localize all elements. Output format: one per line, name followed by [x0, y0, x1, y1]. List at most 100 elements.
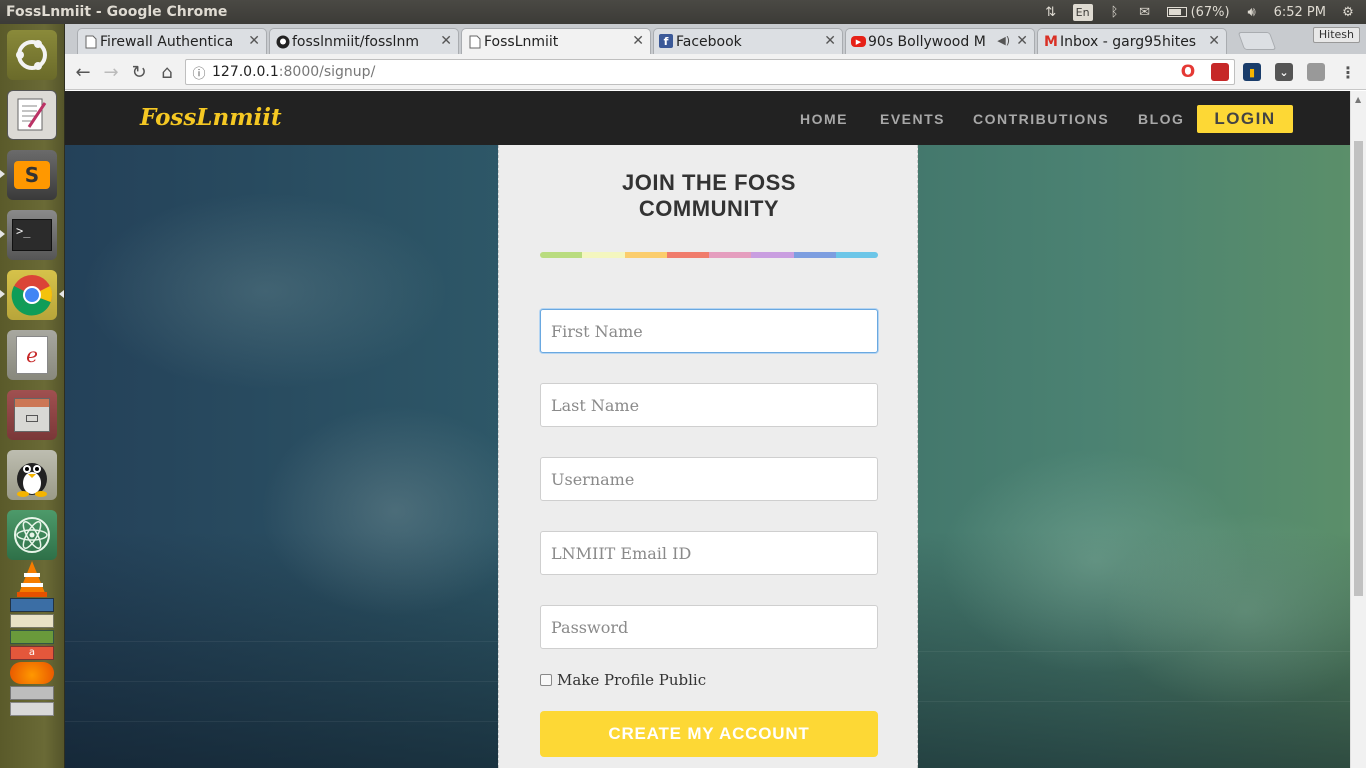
battery-indicator[interactable]: (67%) — [1166, 3, 1230, 21]
tab-github-fosslnmiit[interactable]: fosslnmiit/fosslnm ✕ — [269, 28, 459, 54]
tab-fosslnmiit[interactable]: FossLnmiit ✕ — [461, 28, 651, 54]
stack-item-icon — [10, 702, 54, 716]
rainbow-segment — [793, 252, 836, 258]
public-profile-checkbox[interactable] — [540, 674, 552, 686]
launcher-running-indicator — [0, 170, 5, 178]
nav-events-link[interactable]: EVENTS — [880, 111, 945, 127]
libreoffice-calc-icon — [10, 630, 54, 644]
site-logo[interactable]: FossLnmiit — [140, 104, 282, 131]
settings-gear-icon[interactable]: ⚙ — [1340, 3, 1356, 21]
nav-blog-link[interactable]: BLOG — [1138, 111, 1184, 127]
tab-gmail-inbox[interactable]: M Inbox - garg95hites ✕ — [1037, 28, 1227, 54]
tab-label: Firewall Authentica — [100, 33, 234, 50]
scroll-up-arrow-icon[interactable]: ▲ — [1355, 95, 1361, 104]
tab-label: Facebook — [676, 33, 742, 50]
doc-icon — [467, 34, 483, 50]
rainbow-segment — [540, 252, 583, 258]
tab-firewall-authentication[interactable]: Firewall Authentica ✕ — [77, 28, 267, 54]
profile-button[interactable]: Hitesh — [1312, 27, 1360, 43]
chrome-menu-icon[interactable]: ⋮ — [1339, 63, 1357, 82]
window-title: FossLnmiit - Google Chrome — [6, 4, 228, 20]
launcher-pidgin-icon[interactable] — [7, 450, 57, 500]
keyboard-layout-indicator[interactable]: En — [1072, 3, 1093, 21]
tab-close-icon[interactable]: ✕ — [440, 33, 452, 49]
launcher-stacked-apps-icon[interactable]: a — [7, 598, 57, 744]
address-bar[interactable]: ⓘ 127.0.0.1:8000/signup/ ☆ — [185, 59, 1235, 85]
mail-icon[interactable]: ✉ — [1137, 3, 1153, 21]
username-input[interactable] — [540, 457, 878, 501]
tab-close-icon[interactable]: ✕ — [824, 33, 836, 49]
rainbow-segment — [835, 252, 878, 258]
tab-label: fosslnmiit/fosslnm — [292, 33, 419, 50]
facebook-icon: f — [659, 34, 673, 48]
launcher-sublime-text-icon[interactable]: S — [7, 150, 57, 200]
clock[interactable]: 6:52 PM — [1274, 3, 1326, 21]
create-account-button[interactable]: CREATE MY ACCOUNT — [540, 711, 878, 757]
cube-extension-icon[interactable] — [1307, 63, 1325, 81]
doc-icon — [83, 34, 99, 50]
nav-contributions-link[interactable]: CONTRIBUTIONS — [973, 111, 1109, 127]
tab-facebook[interactable]: f Facebook ✕ — [653, 28, 843, 54]
tab-label: 90s Bollywood M — [868, 33, 986, 50]
indicator-area: ⇅ En ᛒ ✉ (67%) 🔊︎ 6:52 PM ⚙ — [1043, 0, 1366, 24]
analytics-extension-icon[interactable]: ▮ — [1243, 63, 1261, 81]
pocket-extension-icon[interactable]: ⌄ — [1275, 63, 1293, 81]
forward-arrow-icon[interactable]: → — [100, 61, 122, 83]
back-arrow-icon[interactable]: ← — [72, 61, 94, 83]
launcher-dash-ubuntu-icon[interactable] — [7, 30, 57, 80]
launcher-document-viewer-icon[interactable]: ℯ — [7, 330, 57, 380]
tab-strip: Firewall Authentica ✕ fosslnmiit/fosslnm… — [65, 24, 1366, 54]
reload-icon[interactable]: ↻ — [128, 61, 150, 83]
tab-close-icon[interactable]: ✕ — [1016, 33, 1028, 49]
public-profile-row[interactable]: Make Profile Public — [540, 670, 706, 690]
launcher-archive-manager-icon[interactable] — [7, 390, 57, 440]
last-name-input[interactable] — [540, 383, 878, 427]
tab-close-icon[interactable]: ✕ — [248, 33, 260, 49]
bookmark-extension-icon[interactable] — [1211, 63, 1229, 81]
scrollbar-thumb[interactable] — [1354, 141, 1363, 596]
network-icon[interactable]: ⇅ — [1043, 3, 1059, 21]
url-host: 127.0.0.1 — [212, 64, 279, 80]
launcher-vlc-icon[interactable] — [7, 558, 57, 598]
bluetooth-icon[interactable]: ᛒ — [1107, 3, 1123, 21]
battery-icon — [1166, 7, 1187, 17]
new-tab-button[interactable] — [1237, 32, 1277, 50]
signup-card: JOIN THE FOSS COMMUNITY Make Profile Pub… — [498, 145, 918, 768]
rainbow-segment — [709, 252, 752, 258]
launcher-chrome-icon[interactable] — [7, 270, 57, 320]
launcher-atom-icon[interactable] — [7, 510, 57, 560]
password-input[interactable] — [540, 605, 878, 649]
launcher-text-editor-icon[interactable] — [7, 90, 57, 140]
launcher-running-indicator — [0, 290, 5, 298]
rainbow-segment — [582, 252, 625, 258]
libreoffice-writer-icon — [10, 598, 54, 612]
site-info-icon[interactable]: ⓘ — [186, 63, 212, 82]
tab-close-icon[interactable]: ✕ — [632, 33, 644, 49]
signup-title-line1: JOIN THE FOSS — [622, 170, 796, 195]
first-name-input[interactable] — [540, 309, 878, 353]
audio-playing-icon[interactable]: ◀) — [997, 34, 1010, 47]
top-panel: FossLnmiit - Google Chrome ⇅ En ᛒ ✉ (67%… — [0, 0, 1366, 24]
home-icon[interactable]: ⌂ — [156, 61, 178, 83]
login-button[interactable]: LOGIN — [1197, 105, 1293, 133]
amazon-icon: a — [10, 646, 54, 660]
email-input[interactable] — [540, 531, 878, 575]
tab-youtube-90s-bollywood[interactable]: ▶ 90s Bollywood M ◀) ✕ — [845, 28, 1035, 54]
firefox-icon — [10, 662, 54, 684]
github-icon — [275, 34, 291, 50]
nav-home-link[interactable]: HOME — [800, 111, 848, 127]
url-path: :8000/signup/ — [278, 64, 376, 80]
page-scrollbar[interactable]: ▲ — [1350, 91, 1366, 768]
battery-percent: (67%) — [1190, 4, 1230, 20]
volume-icon[interactable]: 🔊︎ — [1244, 3, 1260, 21]
launcher-terminal-icon[interactable]: >_ — [7, 210, 57, 260]
gmail-icon: M — [1044, 34, 1058, 50]
browser-window: Firewall Authentica ✕ fosslnmiit/fosslnm… — [65, 24, 1366, 768]
web-page: FossLnmiit HOME EVENTS CONTRIBUTIONS BLO… — [65, 91, 1350, 768]
signup-title: JOIN THE FOSS COMMUNITY — [499, 170, 919, 222]
youtube-icon: ▶ — [851, 36, 866, 47]
browser-toolbar: ← → ↻ ⌂ ⓘ 127.0.0.1:8000/signup/ ☆ O ▮ ⌄… — [65, 54, 1366, 90]
opera-extension-icon[interactable]: O — [1179, 62, 1197, 82]
tab-close-icon[interactable]: ✕ — [1208, 33, 1220, 49]
tab-label: Inbox - garg95hites — [1060, 33, 1197, 50]
